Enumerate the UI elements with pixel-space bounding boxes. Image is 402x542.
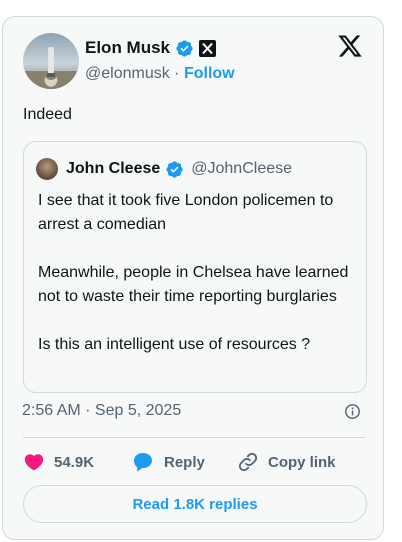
quoted-paragraph: Meanwhile, people in Chelsea have learne…: [38, 264, 349, 305]
follow-button[interactable]: Follow: [184, 65, 235, 82]
like-button[interactable]: 54.9K: [23, 451, 131, 473]
reply-button[interactable]: Reply: [131, 451, 237, 473]
separator-dot: ·: [174, 65, 180, 82]
author-name[interactable]: Elon Musk: [85, 38, 170, 58]
like-count: 54.9K: [54, 453, 95, 471]
author-handle-row: @elonmusk · Follow: [85, 65, 235, 83]
tweet-timestamp[interactable]: 2:56 AM · Sep 5, 2025: [22, 402, 181, 420]
verified-badge-icon: [175, 39, 194, 58]
author-avatar[interactable]: [23, 33, 79, 89]
quoted-author-handle[interactable]: @JohnCleese: [191, 160, 292, 178]
tweet-text: Indeed: [23, 106, 72, 123]
x-logo-icon[interactable]: [337, 33, 363, 59]
tweet-card: Elon Musk @elonmusk · Follow Indeed John…: [2, 16, 384, 540]
copy-link-label: Copy link: [268, 453, 336, 471]
author-handle[interactable]: @elonmusk: [85, 65, 170, 82]
quoted-tweet-body: I see that it took five London policemen…: [38, 189, 360, 357]
x-affiliation-icon: [199, 39, 217, 57]
action-bar: 54.9K Reply Copy link: [23, 447, 336, 477]
quoted-author-name[interactable]: John Cleese: [66, 160, 160, 178]
quoted-paragraph: Is this an intelligent use of resources …: [38, 336, 311, 353]
info-icon[interactable]: [344, 403, 361, 420]
reply-label: Reply: [164, 453, 205, 471]
quoted-paragraph: I see that it took five London policemen…: [38, 192, 334, 233]
read-replies-button[interactable]: Read 1.8K replies: [23, 485, 367, 523]
reply-bubble-icon: [131, 451, 155, 473]
quoted-author-avatar[interactable]: [36, 158, 58, 180]
rocket-photo-icon: [23, 47, 79, 89]
quoted-tweet[interactable]: John Cleese @JohnCleese I see that it to…: [23, 141, 367, 393]
verified-badge-icon: [165, 160, 184, 179]
copy-link-button[interactable]: Copy link: [237, 451, 336, 473]
heart-icon: [23, 451, 45, 473]
divider: [23, 437, 365, 438]
link-icon: [237, 451, 259, 473]
